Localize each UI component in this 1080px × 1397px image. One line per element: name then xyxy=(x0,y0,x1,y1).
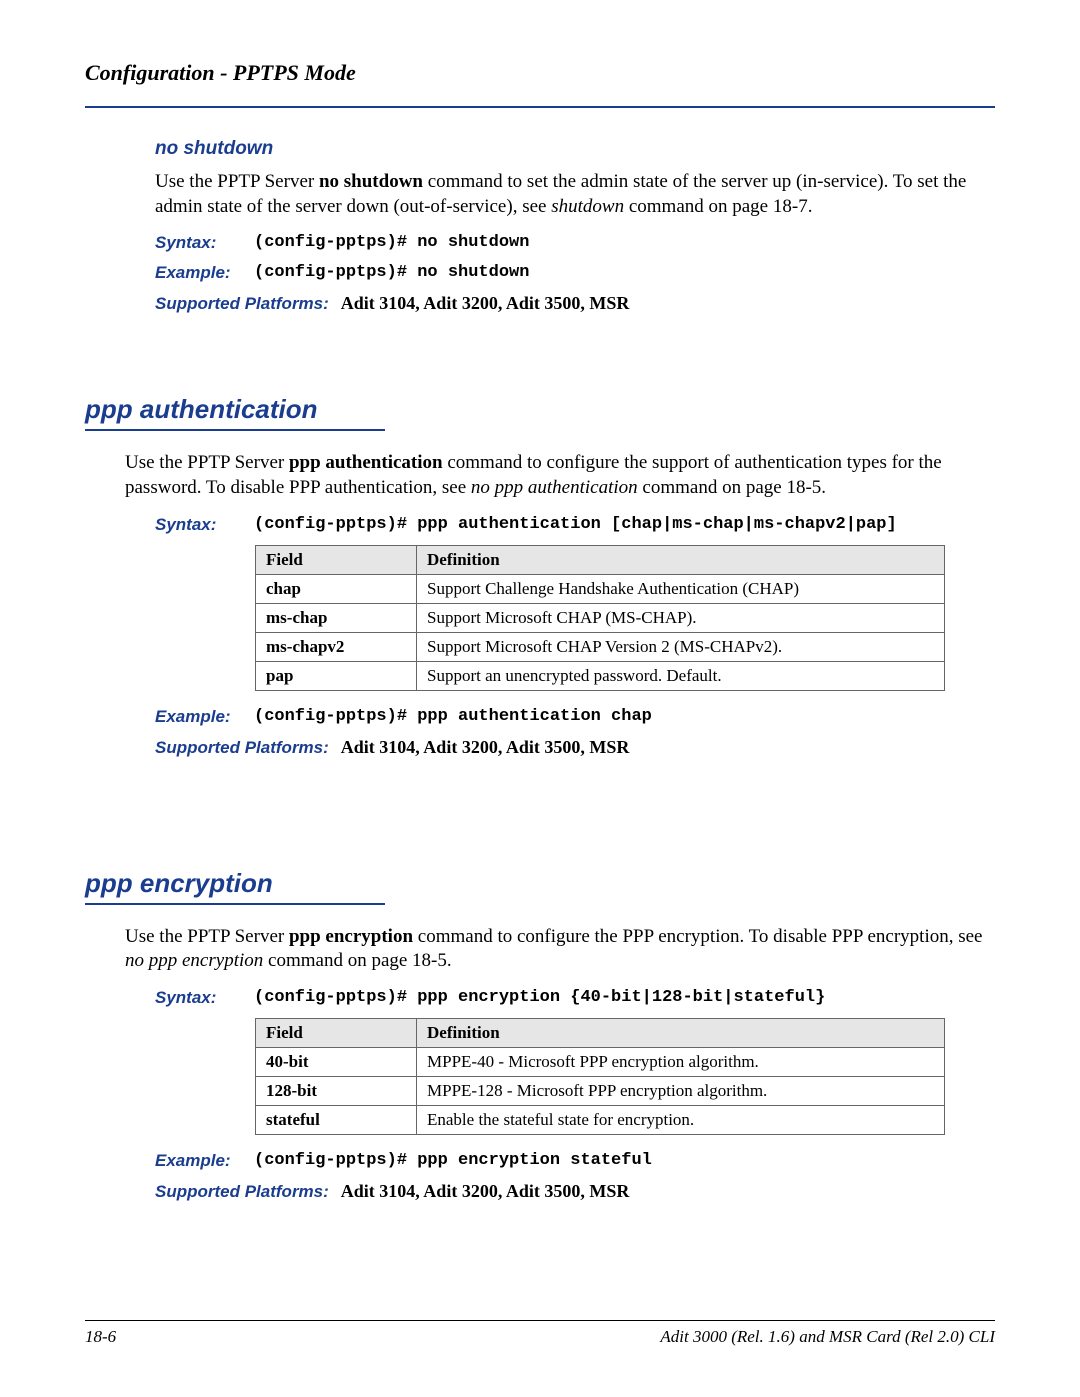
ppp-auth-example-row: Example: (config-pptps)# ppp authenticat… xyxy=(155,707,995,727)
no-shutdown-syntax: (config-pptps)# no shutdown xyxy=(254,233,529,252)
example-label: Example: xyxy=(155,707,250,727)
page-header-title: Configuration - PPTPS Mode xyxy=(85,60,995,86)
table-row: ms-chap Support Microsoft CHAP (MS-CHAP)… xyxy=(256,603,945,632)
section-underline xyxy=(85,903,385,905)
cell-field: pap xyxy=(256,661,417,690)
text: Use the PPTP Server xyxy=(125,926,289,947)
no-shutdown-platforms-row: Supported Platforms: Adit 3104, Adit 320… xyxy=(155,293,995,314)
table-header-row: Field Definition xyxy=(256,1019,945,1048)
ppp-enc-heading: ppp encryption xyxy=(85,868,995,899)
text-ital: no ppp encryption xyxy=(125,950,263,971)
text-bold: ppp authentication xyxy=(289,452,443,473)
no-shutdown-example-row: Example: (config-pptps)# no shutdown xyxy=(155,263,995,283)
th-definition: Definition xyxy=(417,1019,945,1048)
no-shutdown-desc: Use the PPTP Server no shutdown command … xyxy=(155,170,995,219)
cell-def: Support an unencrypted password. Default… xyxy=(417,661,945,690)
text: command on page 18-5. xyxy=(263,950,451,971)
text: Use the PPTP Server xyxy=(125,452,289,473)
ppp-auth-platforms: Adit 3104, Adit 3200, Adit 3500, MSR xyxy=(341,737,630,757)
ppp-auth-table: Field Definition chap Support Challenge … xyxy=(255,545,945,691)
platforms-label: Supported Platforms: xyxy=(155,738,329,757)
cell-def: Enable the stateful state for encryption… xyxy=(417,1106,945,1135)
cell-def: Support Microsoft CHAP Version 2 (MS-CHA… xyxy=(417,632,945,661)
table-row: 40-bit MPPE-40 - Microsoft PPP encryptio… xyxy=(256,1048,945,1077)
cell-def: Support Microsoft CHAP (MS-CHAP). xyxy=(417,603,945,632)
syntax-label: Syntax: xyxy=(155,233,250,253)
th-field: Field xyxy=(256,545,417,574)
cell-def: MPPE-128 - Microsoft PPP encryption algo… xyxy=(417,1077,945,1106)
text: command on page 18-7. xyxy=(624,196,812,217)
no-shutdown-syntax-row: Syntax: (config-pptps)# no shutdown xyxy=(155,233,995,253)
ppp-enc-example-row: Example: (config-pptps)# ppp encryption … xyxy=(155,1151,995,1171)
text-ital: no ppp authentication xyxy=(471,477,638,498)
cell-def: Support Challenge Handshake Authenticati… xyxy=(417,574,945,603)
platforms-label: Supported Platforms: xyxy=(155,1182,329,1201)
text-bold: ppp encryption xyxy=(289,926,413,947)
platforms-label: Supported Platforms: xyxy=(155,294,329,313)
th-definition: Definition xyxy=(417,545,945,574)
syntax-label: Syntax: xyxy=(155,988,250,1008)
th-field: Field xyxy=(256,1019,417,1048)
ppp-enc-syntax-row: Syntax: (config-pptps)# ppp encryption {… xyxy=(155,988,995,1008)
footer-doc-title: Adit 3000 (Rel. 1.6) and MSR Card (Rel 2… xyxy=(660,1327,995,1347)
ppp-enc-syntax: (config-pptps)# ppp encryption {40-bit|1… xyxy=(254,988,825,1007)
header-rule xyxy=(85,106,995,108)
no-shutdown-example: (config-pptps)# no shutdown xyxy=(254,263,529,282)
text: command to configure the PPP encryption.… xyxy=(413,926,982,947)
ppp-enc-platforms-row: Supported Platforms: Adit 3104, Adit 320… xyxy=(155,1181,995,1202)
example-label: Example: xyxy=(155,1151,250,1171)
cell-field: ms-chap xyxy=(256,603,417,632)
example-label: Example: xyxy=(155,263,250,283)
table-row: 128-bit MPPE-128 - Microsoft PPP encrypt… xyxy=(256,1077,945,1106)
cell-field: 128-bit xyxy=(256,1077,417,1106)
ppp-auth-example: (config-pptps)# ppp authentication chap xyxy=(254,707,652,726)
table-row: chap Support Challenge Handshake Authent… xyxy=(256,574,945,603)
ppp-auth-platforms-row: Supported Platforms: Adit 3104, Adit 320… xyxy=(155,737,995,758)
cell-field: chap xyxy=(256,574,417,603)
ppp-enc-desc: Use the PPTP Server ppp encryption comma… xyxy=(125,925,995,974)
ppp-auth-desc: Use the PPTP Server ppp authentication c… xyxy=(125,451,995,500)
footer-page-number: 18-6 xyxy=(85,1327,116,1347)
cell-def: MPPE-40 - Microsoft PPP encryption algor… xyxy=(417,1048,945,1077)
table-row: stateful Enable the stateful state for e… xyxy=(256,1106,945,1135)
ppp-auth-heading: ppp authentication xyxy=(85,394,995,425)
text: Use the PPTP Server xyxy=(155,171,319,192)
no-shutdown-heading: no shutdown xyxy=(155,138,995,160)
no-shutdown-platforms: Adit 3104, Adit 3200, Adit 3500, MSR xyxy=(341,293,630,313)
ppp-enc-platforms: Adit 3104, Adit 3200, Adit 3500, MSR xyxy=(341,1181,630,1201)
table-header-row: Field Definition xyxy=(256,545,945,574)
text-bold: no shutdown xyxy=(319,171,423,192)
cell-field: stateful xyxy=(256,1106,417,1135)
ppp-auth-syntax-row: Syntax: (config-pptps)# ppp authenticati… xyxy=(155,515,995,535)
table-row: ms-chapv2 Support Microsoft CHAP Version… xyxy=(256,632,945,661)
ppp-auth-syntax: (config-pptps)# ppp authentication [chap… xyxy=(254,515,897,534)
text-ital: shutdown xyxy=(551,196,624,217)
page-footer: 18-6 Adit 3000 (Rel. 1.6) and MSR Card (… xyxy=(85,1320,995,1347)
text: command on page 18-5. xyxy=(638,477,826,498)
section-underline xyxy=(85,429,385,431)
table-row: pap Support an unencrypted password. Def… xyxy=(256,661,945,690)
ppp-enc-table: Field Definition 40-bit MPPE-40 - Micros… xyxy=(255,1018,945,1135)
ppp-enc-example: (config-pptps)# ppp encryption stateful xyxy=(254,1151,652,1170)
cell-field: ms-chapv2 xyxy=(256,632,417,661)
syntax-label: Syntax: xyxy=(155,515,250,535)
cell-field: 40-bit xyxy=(256,1048,417,1077)
